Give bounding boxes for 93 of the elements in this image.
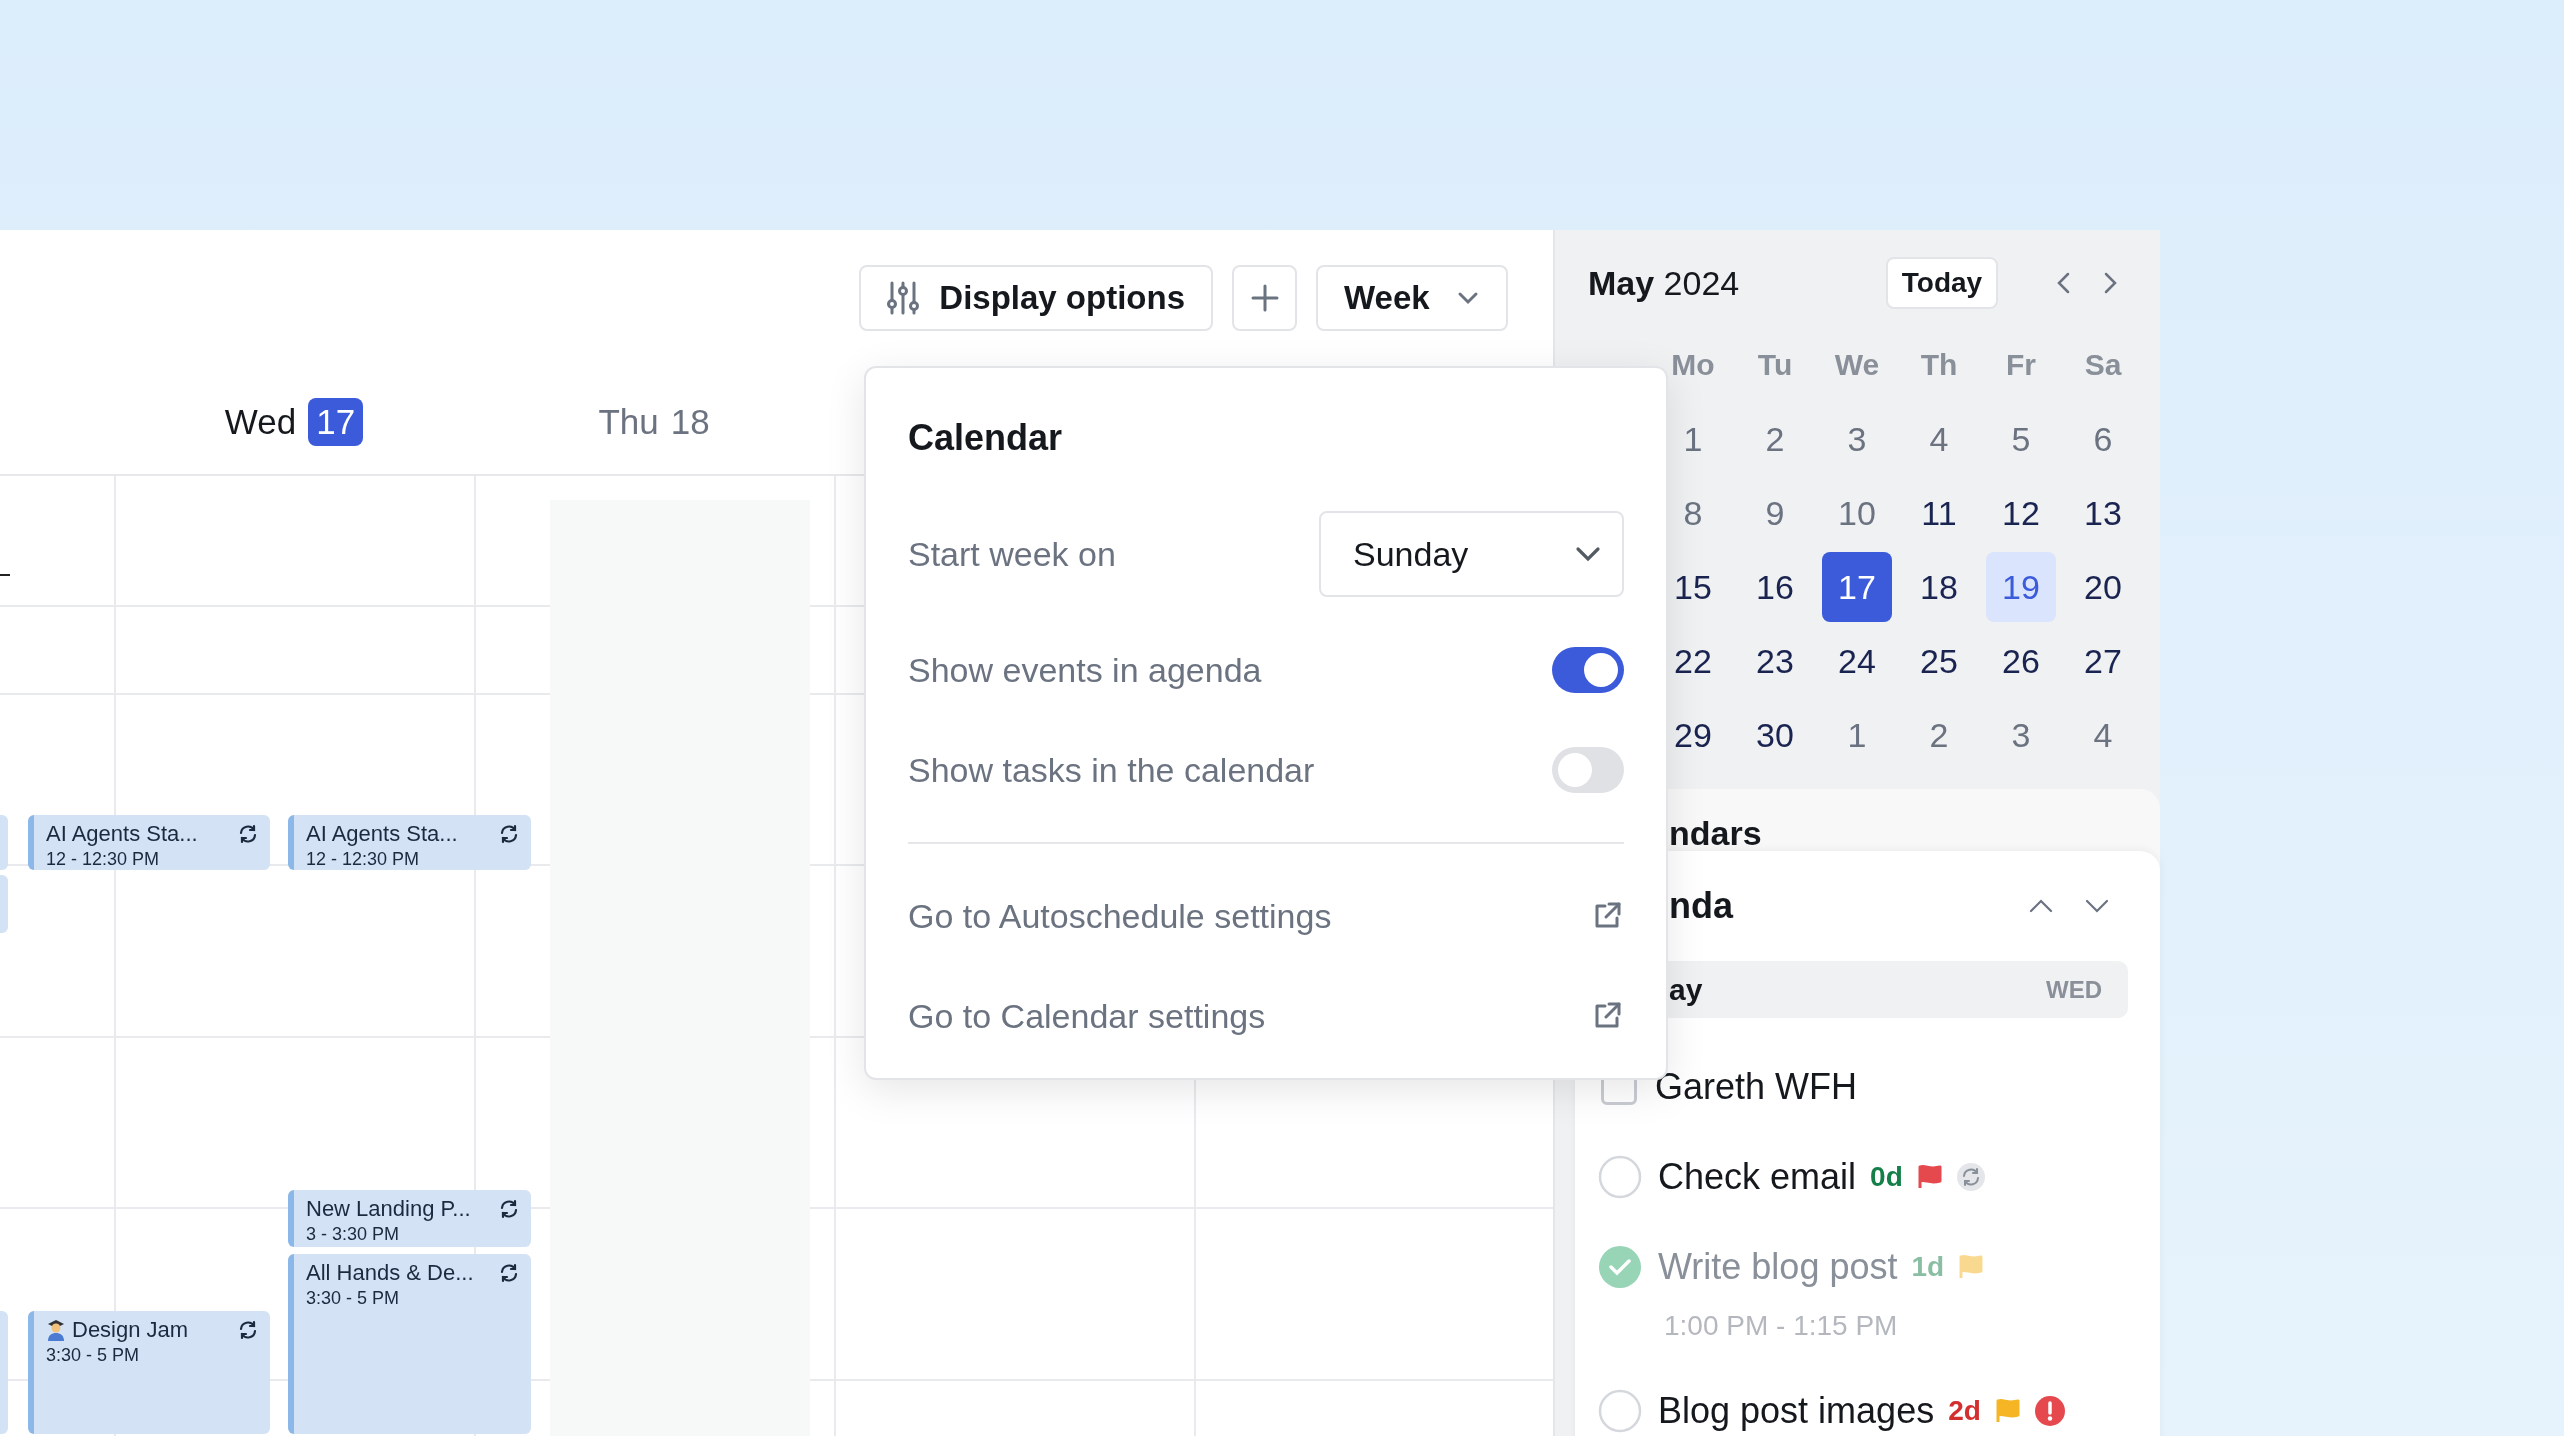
agenda-item-title[interactable]: Blog post images (1658, 1390, 1935, 1432)
add-button[interactable] (1232, 265, 1297, 331)
checkbox-circle-icon[interactable] (1598, 1389, 1642, 1433)
setting-label: Show events in agenda (908, 650, 1262, 690)
weekday-label: Fr (2005, 347, 2037, 383)
event-title: AI Agents Sta... (306, 821, 459, 847)
weekday-label: Th (1919, 347, 1959, 383)
repeat-icon (499, 1263, 519, 1283)
task-time: 1:00 PM - 1:15 PM (1663, 1310, 1899, 1342)
time-marker (0, 574, 10, 576)
month-title: May 2024 (1588, 263, 1741, 303)
event-block[interactable]: All Hands & De... 3:30 - 5 PM (288, 1254, 531, 1434)
event-title: AI Agents Sta... (46, 821, 199, 847)
event-block[interactable]: AI Agents Sta... 12 - 12:30 PM (288, 815, 531, 870)
due-label: 2d (1948, 1395, 1981, 1427)
date-cell[interactable]: 27 (2068, 626, 2138, 696)
event-title: New Landing P... (306, 1196, 472, 1222)
date-cell[interactable]: 23 (1740, 626, 1810, 696)
repeat-icon (238, 824, 258, 844)
event-title: Design Jam (72, 1317, 190, 1343)
date-cell[interactable]: 19 (1986, 552, 2056, 622)
checkbox-circle-icon[interactable] (1598, 1155, 1642, 1199)
toggle-switch[interactable] (1552, 647, 1624, 693)
date-cell[interactable]: 26 (1986, 626, 2056, 696)
settings-link[interactable]: Go to Autoschedule settings (908, 896, 1332, 936)
due-label: 1d (1911, 1251, 1945, 1283)
date-cell[interactable]: 3 (1822, 404, 1892, 474)
date-cell[interactable]: 2 (1904, 700, 1974, 770)
date-cell[interactable]: 13 (2068, 478, 2138, 548)
date-cell[interactable]: 4 (1904, 404, 1974, 474)
view-dropdown[interactable]: Week (1316, 265, 1508, 331)
weekday-label: Sa (2083, 347, 2123, 383)
weekday-label: Tu (1756, 347, 1794, 383)
repeat-icon (499, 1199, 519, 1219)
setting-label: Show tasks in the calendar (908, 750, 1315, 790)
date-cell[interactable]: 20 (2068, 552, 2138, 622)
event-time: 12 - 12:30 PM (306, 849, 421, 870)
weekday-label: WED (2046, 975, 2102, 1004)
date-cell[interactable]: 3 (1986, 700, 2056, 770)
event-time: 3:30 - 5 PM (46, 1345, 141, 1366)
date-cell[interactable]: 25 (1904, 626, 1974, 696)
event-block[interactable]: New Landing P... 3 - 3:30 PM (288, 1190, 531, 1247)
today-button[interactable]: Today (1886, 257, 1998, 309)
date-cell[interactable]: 9 (1740, 478, 1810, 548)
day-label: Thu (598, 402, 659, 442)
date-cell[interactable]: 1 (1822, 700, 1892, 770)
date-label: ay (1669, 972, 1703, 1007)
event-time: 3:30 - 5 PM (306, 1288, 401, 1309)
chevron-up-icon[interactable] (2028, 898, 2054, 914)
popup-title: Calendar (908, 416, 1064, 460)
event-block[interactable]: AI Agents Sta... 12 - 12:30 PM (28, 815, 270, 870)
date-cell[interactable]: 12 (1986, 478, 2056, 548)
event-block[interactable]: Design Jam 3:30 - 5 PM (28, 1311, 270, 1434)
repeat-icon (238, 1320, 258, 1340)
checked-circle-icon[interactable] (1598, 1245, 1642, 1289)
person-icon (46, 1319, 66, 1341)
date-cell[interactable]: 4 (2068, 700, 2138, 770)
date-cell[interactable]: 18 (1904, 552, 1974, 622)
weekday-label: We (1833, 347, 1881, 383)
settings-link[interactable]: Go to Calendar settings (908, 996, 1266, 1036)
date-cell[interactable]: 16 (1740, 552, 1810, 622)
date-cell[interactable]: 5 (1986, 404, 2056, 474)
section-heading: ndars (1668, 813, 1763, 851)
day-label: Wed (224, 402, 297, 442)
day-number: 18 (670, 402, 710, 442)
plus-icon (1249, 283, 1280, 313)
agenda-title: nda (1669, 885, 1735, 927)
event-time: 3 - 3:30 PM (306, 1224, 401, 1245)
date-cell[interactable]: 2 (1740, 404, 1810, 474)
weekday-label: Mo (1670, 347, 1716, 383)
sliders-icon (887, 280, 920, 316)
date-cell[interactable]: 30 (1740, 700, 1810, 770)
toggle-switch[interactable] (1552, 747, 1624, 793)
date-cell[interactable]: 24 (1822, 626, 1892, 696)
start-week-select[interactable]: Sunday (1319, 511, 1624, 597)
due-label: 0d (1870, 1161, 1903, 1193)
date-cell[interactable]: 6 (2068, 404, 2138, 474)
agenda-item-title[interactable]: Check email (1658, 1156, 1857, 1198)
alert-icon (2034, 1396, 2065, 1426)
event-title: All Hands & De... (306, 1260, 475, 1286)
chevron-down-icon (1574, 545, 1602, 563)
event-time: 12 - 12:30 PM (46, 849, 161, 870)
day-number: 17 (308, 398, 364, 446)
date-cell[interactable]: 17 (1822, 552, 1892, 622)
display-options-button[interactable]: Display options (859, 265, 1213, 331)
agenda-item-title[interactable]: Gareth WFH (1655, 1066, 1858, 1108)
chevron-down-icon (1456, 290, 1480, 306)
repeat-icon (1956, 1163, 1985, 1191)
chevron-down-icon[interactable] (2084, 898, 2110, 914)
date-cell[interactable]: 11 (1904, 478, 1974, 548)
date-cell[interactable]: 10 (1822, 478, 1892, 548)
setting-label: Start week on (908, 534, 1116, 574)
repeat-icon (499, 824, 519, 844)
